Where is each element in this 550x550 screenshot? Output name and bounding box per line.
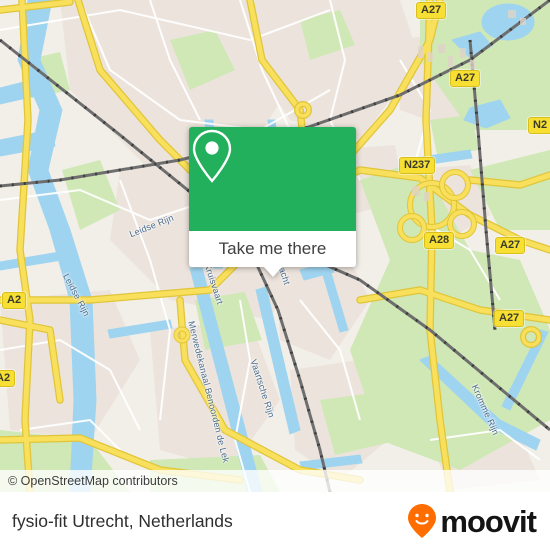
road-shield-n237: N237 <box>399 157 436 174</box>
take-me-there-button[interactable]: Take me there <box>189 231 356 267</box>
moovit-smiley-pin-icon <box>408 504 437 538</box>
map-pin-icon <box>192 129 232 183</box>
map-screenshot: A27A27N2N237A28A27A2A27A2 Leidse RijnLei… <box>0 0 550 550</box>
callout-header <box>189 127 356 231</box>
road-shield-a27: A27 <box>450 70 481 87</box>
take-me-there-label: Take me there <box>218 239 327 258</box>
place-title: fysio-fit Utrecht, Netherlands <box>12 510 233 531</box>
callout-pointer-tail <box>262 266 283 277</box>
road-shield-n2: N2 <box>528 117 550 134</box>
road-shield-a27: A27 <box>416 2 447 19</box>
page-footer: fysio-fit Utrecht, Netherlands moovit <box>0 492 550 550</box>
map-attribution[interactable]: © OpenStreetMap contributors <box>0 470 550 492</box>
road-shield-a28: A28 <box>424 232 455 249</box>
attribution-text: © OpenStreetMap contributors <box>8 474 178 488</box>
location-callout-card[interactable]: Take me there <box>189 127 356 277</box>
road-shield-a27: A27 <box>495 237 526 254</box>
moovit-logo[interactable]: moovit <box>407 503 537 539</box>
moovit-wordmark: moovit <box>440 503 537 539</box>
road-shield-a2: A2 <box>0 370 16 387</box>
map-canvas[interactable]: A27A27N2N237A28A27A2A27A2 Leidse RijnLei… <box>0 0 550 492</box>
road-shield-a27: A27 <box>494 310 525 327</box>
road-shield-a2: A2 <box>2 292 27 309</box>
